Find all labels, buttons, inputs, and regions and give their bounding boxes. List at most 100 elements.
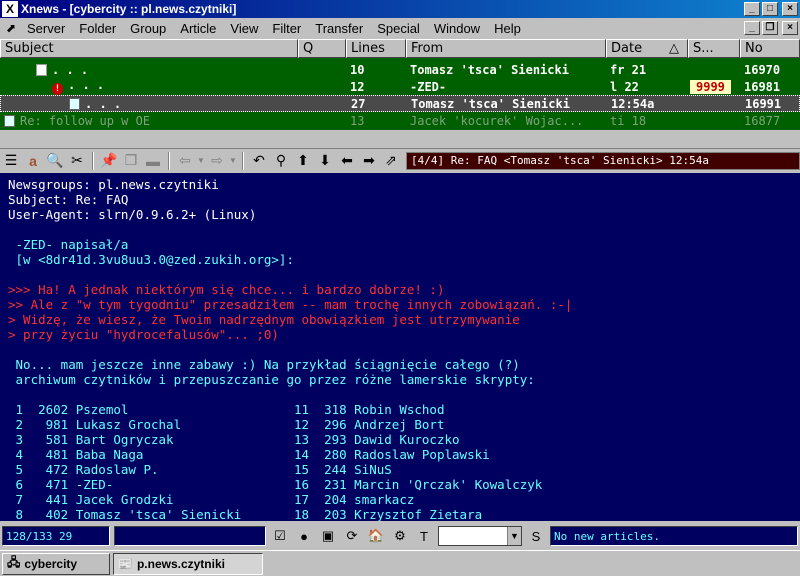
- row-no: 16877: [744, 113, 781, 128]
- article-list-header: Subject Q Lines From Date △ S... No: [0, 39, 800, 58]
- quote-line: >>> Ha! A jednak niektórym się chce... i…: [8, 282, 445, 297]
- row-lines: 27: [351, 96, 366, 111]
- row-score: 9999: [690, 79, 731, 94]
- ranking-line: 3 581 Bart Ogryczak 13 293 Dawid Kuroczk…: [8, 432, 460, 447]
- quote-line: > Widzę, że wiesz, że Twoim nadrzędnym o…: [8, 312, 520, 327]
- read-article-icon: [4, 114, 15, 127]
- search-next-icon[interactable]: ⚲: [270, 151, 292, 171]
- row-from: Jacek 'kocurek' Wojac...: [410, 113, 584, 128]
- list-item[interactable]: Re: follow up w OE 13 Jacek 'kocurek' Wo…: [0, 112, 800, 129]
- quote-line: > przy życiu "hydrocefalusów"... ;0): [8, 327, 279, 342]
- column-subject[interactable]: Subject: [0, 39, 298, 58]
- filter-combo[interactable]: ▼: [438, 526, 522, 546]
- mdi-minimize-button[interactable]: _: [744, 21, 760, 35]
- status-field: [114, 526, 266, 546]
- article-list[interactable]: . . . 10 Tomasz 'tsca' Sienicki fr 21 16…: [0, 58, 800, 130]
- list-item-selected[interactable]: . . . 27 Tomasz 'tsca' Sienicki 12:54a 1…: [0, 95, 800, 112]
- close-button[interactable]: ×: [782, 2, 798, 16]
- row-date: fr 21: [610, 62, 647, 77]
- s-label-icon[interactable]: S: [526, 526, 546, 546]
- ranking-line: 4 481 Baba Naga 14 280 Radoslaw Poplawsk…: [8, 447, 490, 462]
- xnews-app-icon[interactable]: X: [2, 1, 18, 17]
- row-subject: . . .: [85, 96, 122, 111]
- row-subject: . . .: [68, 78, 105, 92]
- ranking-line: 8 402 Tomasz 'tsca' Sienicki 18 203 Krzy…: [8, 507, 483, 521]
- column-q[interactable]: Q: [298, 39, 346, 58]
- network-icon[interactable]: ⚙: [390, 526, 410, 546]
- document-window-icon[interactable]: ⬈: [2, 20, 20, 36]
- maximize-button[interactable]: □: [762, 2, 778, 16]
- mdi-close-button[interactable]: ×: [782, 21, 798, 35]
- header-line: Newsgroups: pl.news.czytniki: [8, 177, 219, 192]
- article-body[interactable]: Newsgroups: pl.news.czytniki Subject: Re…: [0, 173, 800, 521]
- column-no[interactable]: No: [740, 39, 800, 58]
- text-label-icon[interactable]: T: [414, 526, 434, 546]
- online-status-icon[interactable]: ●: [294, 526, 314, 546]
- right-arrow-icon[interactable]: ➡: [358, 151, 380, 171]
- row-date: 12:54a: [611, 96, 655, 111]
- menu-filter[interactable]: Filter: [265, 21, 308, 36]
- back-dropdown-icon[interactable]: ▼: [196, 151, 206, 171]
- body-line: archiwum czytników i przepuszczanie go p…: [8, 372, 535, 387]
- task-cybercity[interactable]: 🖧 cybercity: [2, 552, 110, 575]
- minimize-button[interactable]: _: [744, 2, 760, 16]
- menu-transfer[interactable]: Transfer: [308, 21, 370, 36]
- down-arrow-icon[interactable]: ⬇: [314, 151, 336, 171]
- back-arrow-icon[interactable]: ⇦: [174, 151, 196, 171]
- row-from: Tomasz 'tsca' Sienicki: [410, 62, 569, 77]
- post-icon[interactable]: ▣: [318, 526, 338, 546]
- expand-icon[interactable]: ⇗: [380, 151, 402, 171]
- forward-arrow-icon[interactable]: ⇨: [206, 151, 228, 171]
- mdi-restore-button[interactable]: ❐: [762, 21, 778, 35]
- column-lines[interactable]: Lines: [346, 39, 406, 58]
- menu-view[interactable]: View: [223, 21, 265, 36]
- menu-article[interactable]: Article: [173, 21, 223, 36]
- list-item[interactable]: . . . 10 Tomasz 'tsca' Sienicki fr 21 16…: [0, 61, 800, 78]
- menu-server[interactable]: Server: [20, 21, 72, 36]
- position-indicator: 128/133 29: [2, 526, 110, 546]
- find-icon[interactable]: 🔍: [44, 151, 66, 171]
- task-newsgroup[interactable]: 📰 p.news.czytniki: [113, 552, 263, 575]
- copy-icon[interactable]: ❐: [120, 151, 142, 171]
- row-date: ti 18: [610, 113, 647, 128]
- taskbar: 🖧 cybercity 📰 p.news.czytniki: [0, 550, 800, 576]
- left-arrow-icon[interactable]: ⬅: [336, 151, 358, 171]
- decode-icon[interactable]: ✂: [66, 151, 88, 171]
- list-view-icon[interactable]: ☰: [0, 151, 22, 171]
- ranking-line: 6 471 -ZED- 16 231 Marcin 'Qrczak' Kowal…: [8, 477, 543, 492]
- attribution-line: -ZED- napisał/a: [8, 237, 129, 252]
- chevron-down-icon[interactable]: ▼: [507, 527, 521, 545]
- menu-help[interactable]: Help: [487, 21, 528, 36]
- up-arrow-icon[interactable]: ⬆: [292, 151, 314, 171]
- article-status-line: [4/4] Re: FAQ <Tomasz 'tsca' Sienicki> 1…: [406, 151, 800, 170]
- font-icon[interactable]: a: [22, 151, 44, 171]
- paste-icon[interactable]: ▬: [142, 151, 164, 171]
- checkbox-icon[interactable]: ☑: [270, 526, 290, 546]
- pin-icon[interactable]: 📌: [98, 151, 120, 171]
- menu-special[interactable]: Special: [370, 21, 427, 36]
- unread-article-icon: [36, 63, 47, 76]
- row-lines: 13: [350, 113, 365, 128]
- menu-folder[interactable]: Folder: [72, 21, 123, 36]
- title-bar[interactable]: X Xnews - [cybercity :: pl.news.czytniki…: [0, 0, 800, 18]
- row-no: 16981: [744, 79, 781, 94]
- list-item[interactable]: ! . . . 12 -ZED- l 22 9999 16981: [0, 78, 800, 95]
- toolbar: ☰ a 🔍 ✂ 📌 ❐ ▬ ⇦ ▼ ⇨ ▼ ↶ ⚲ ⬆ ⬇ ⬅ ➡ ⇗ [4/4…: [0, 148, 800, 172]
- row-lines: 10: [350, 62, 365, 77]
- menu-group[interactable]: Group: [123, 21, 173, 36]
- sort-ascending-icon: △: [669, 41, 679, 56]
- forward-dropdown-icon[interactable]: ▼: [228, 151, 238, 171]
- row-subject: Re: follow up w OE: [20, 113, 151, 128]
- column-from[interactable]: From: [406, 39, 606, 58]
- menu-window[interactable]: Window: [427, 21, 487, 36]
- menu-bar: ⬈ Server Folder Group Article View Filte…: [0, 18, 800, 38]
- row-from: -ZED-: [410, 79, 447, 94]
- task-label: cybercity: [24, 556, 78, 571]
- column-score[interactable]: S...: [688, 39, 740, 58]
- undo-icon[interactable]: ↶: [248, 151, 270, 171]
- column-date[interactable]: Date △: [606, 39, 688, 58]
- ranking-line: 5 472 Radoslaw P. 15 244 SiNuS: [8, 462, 392, 477]
- refresh-icon[interactable]: ⟳: [342, 526, 362, 546]
- folder-icon[interactable]: 🏠: [366, 526, 386, 546]
- ranking-line: 2 981 Lukasz Grochal 12 296 Andrzej Bort: [8, 417, 445, 432]
